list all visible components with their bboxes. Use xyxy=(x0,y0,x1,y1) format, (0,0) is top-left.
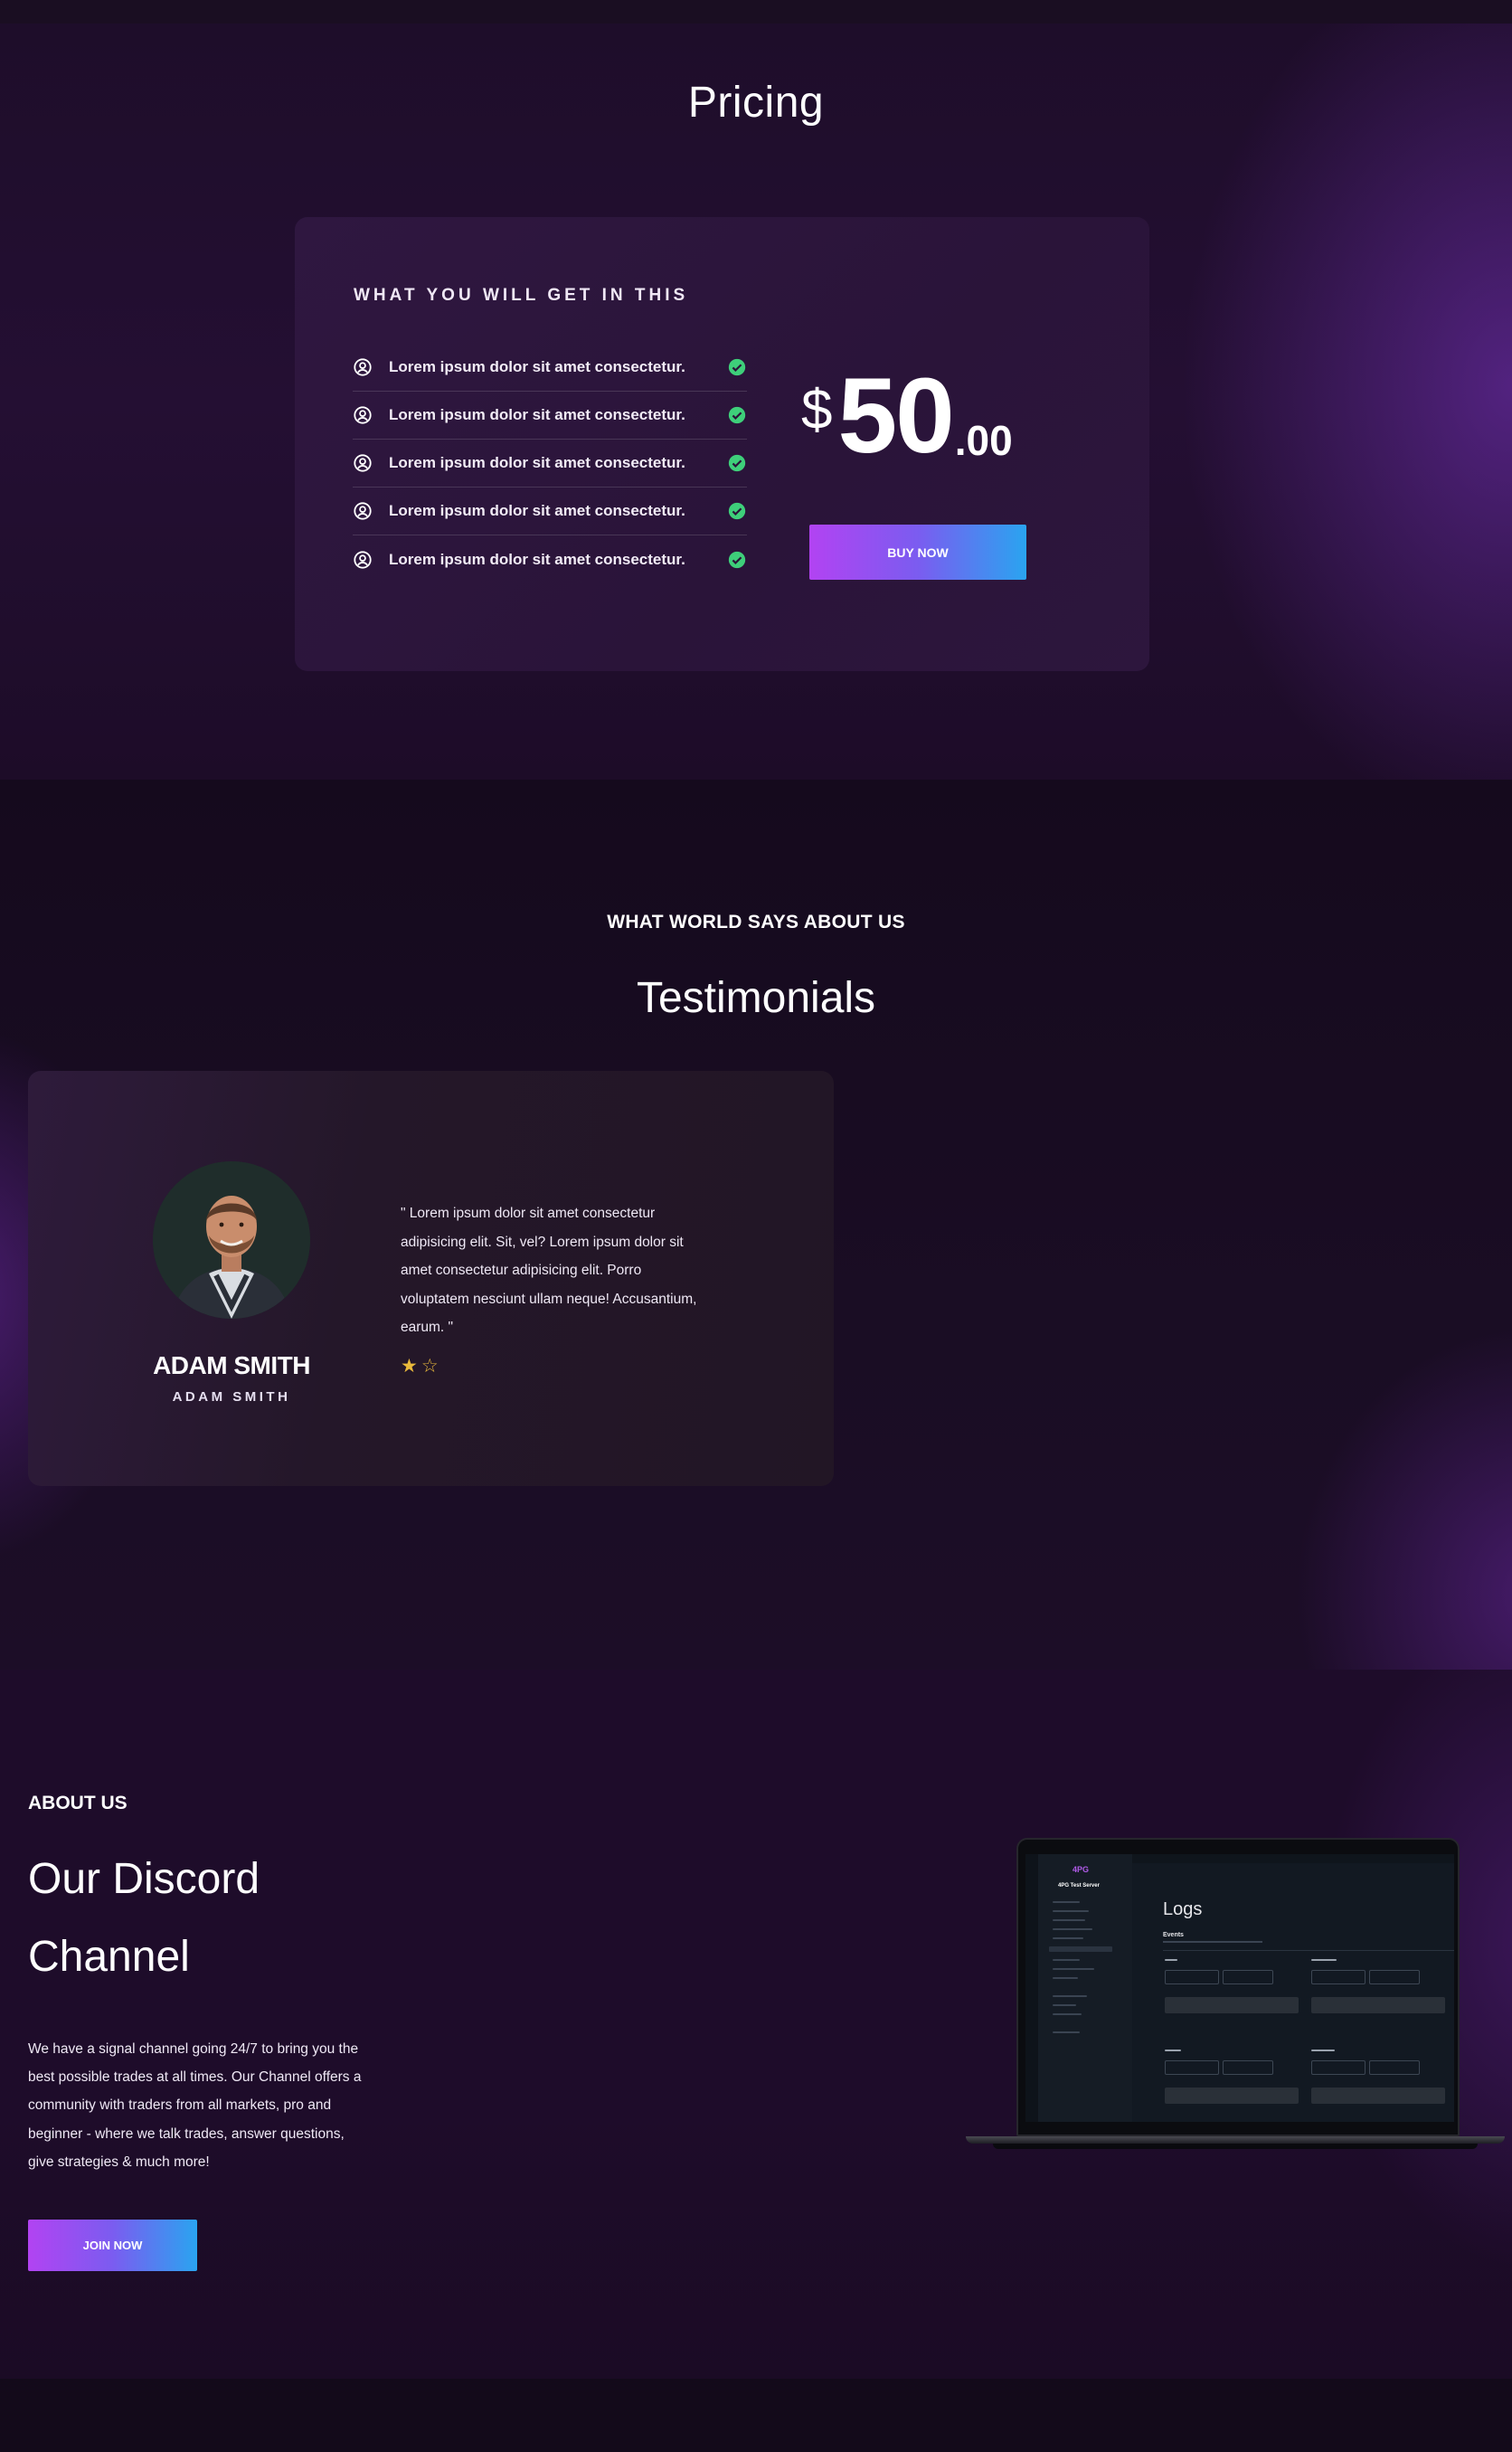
user-circle-icon xyxy=(354,454,372,472)
sidebar-line xyxy=(1053,2004,1076,2006)
laptop-foot xyxy=(993,2144,1478,2149)
sidebar-line xyxy=(1053,2013,1082,2015)
check-circle-icon xyxy=(728,454,746,472)
feature-text: Lorem ipsum dolor sit amet consectetur. xyxy=(389,358,685,375)
panel-label xyxy=(1165,1959,1177,1961)
price-amount: 50 xyxy=(837,356,954,476)
about-text: We have a signal channel going 24/7 to b… xyxy=(28,2041,362,2170)
panel-row xyxy=(1165,2088,1299,2104)
panel-label xyxy=(1311,2050,1335,2051)
testimonial-author-name: ADAM SMITH xyxy=(153,1351,310,1379)
check-circle-icon xyxy=(728,502,746,520)
pricing-section: Pricing WHAT YOU WILL GET IN THIS Lorem … xyxy=(0,24,1512,780)
feature-item: Lorem ipsum dolor sit amet consectetur. xyxy=(353,488,747,535)
buy-now-button[interactable]: BUY NOW xyxy=(809,525,1026,580)
about-eyebrow: ABOUT US xyxy=(28,1793,128,1813)
testimonials-title: Testimonials xyxy=(636,974,876,1022)
sidebar-line xyxy=(1053,1968,1094,1970)
screenshot-divider xyxy=(1163,1950,1454,1951)
price-currency: $ xyxy=(801,379,833,441)
check-circle-icon xyxy=(728,406,746,424)
discord-screenshot: 4PG 4PG Test Server Logs Events xyxy=(1025,1854,1454,2122)
pricing-title: Pricing xyxy=(687,79,825,127)
about-title-line2: Channel xyxy=(28,1933,190,1981)
panel-field xyxy=(1223,1970,1273,1984)
sidebar-line xyxy=(1053,1919,1085,1921)
rating-stars: ★ ☆ xyxy=(401,1357,439,1377)
panel-row xyxy=(1311,2088,1445,2104)
testimonial-quote: " Lorem ipsum dolor sit amet consectetur… xyxy=(401,1206,697,1335)
feature-text: Lorem ipsum dolor sit amet consectetur. xyxy=(389,502,685,519)
panel-field xyxy=(1369,2060,1420,2075)
panel-row xyxy=(1165,1997,1299,2013)
sidebar-line xyxy=(1053,1910,1089,1912)
user-circle-icon xyxy=(354,502,372,520)
event-panel xyxy=(1163,2048,1308,2122)
panel-label xyxy=(1311,1959,1337,1961)
sidebar-line xyxy=(1053,1977,1078,1979)
bottom-strip xyxy=(0,2379,1512,2452)
feature-text: Lorem ipsum dolor sit amet consectetur. xyxy=(389,454,685,471)
sidebar-line xyxy=(1053,1959,1080,1961)
check-circle-icon xyxy=(728,358,746,376)
sidebar-line xyxy=(1053,1901,1080,1903)
about-title-line1: Our Discord xyxy=(28,1855,260,1903)
avatar-photo xyxy=(153,1161,310,1319)
sidebar-line xyxy=(1053,1937,1083,1939)
server-rail xyxy=(1025,1854,1038,2122)
testimonials-section: WHAT WORLD SAYS ABOUT US Testimonials AD… xyxy=(0,780,1512,1670)
panel-field xyxy=(1223,2060,1273,2075)
screenshot-brand: 4PG xyxy=(1073,1865,1090,1874)
screenshot-server-name: 4PG Test Server xyxy=(1058,1883,1100,1889)
star-filled-icon: ★ xyxy=(401,1356,418,1377)
sidebar-line-active xyxy=(1049,1946,1112,1952)
feature-list: Lorem ipsum dolor sit amet consectetur. … xyxy=(353,344,747,583)
testimonial-author-role: ADAM SMITH xyxy=(172,1389,291,1405)
testimonials-eyebrow: WHAT WORLD SAYS ABOUT US xyxy=(607,912,905,933)
screenshot-section: Events xyxy=(1163,1932,1184,1938)
user-circle-icon xyxy=(354,406,372,424)
feature-item: Lorem ipsum dolor sit amet consectetur. xyxy=(353,440,747,488)
sidebar-line xyxy=(1053,1995,1087,1997)
laptop-lid: 4PG 4PG Test Server Logs Events xyxy=(1016,1838,1460,2136)
sidebar-line xyxy=(1053,2031,1080,2033)
event-panel xyxy=(1309,2048,1454,2122)
panel-field xyxy=(1311,1970,1366,1984)
star-outline-icon: ☆ xyxy=(421,1356,439,1377)
price-cents: .00 xyxy=(954,417,1013,464)
feature-text: Lorem ipsum dolor sit amet consectetur. xyxy=(389,406,685,423)
panel-field xyxy=(1369,1970,1420,1984)
feature-item: Lorem ipsum dolor sit amet consectetur. xyxy=(353,392,747,440)
check-circle-icon xyxy=(728,551,746,568)
screenshot-subtitle-line xyxy=(1163,1941,1262,1943)
panel-row xyxy=(1311,1997,1445,2013)
event-panel xyxy=(1163,1957,1308,2044)
price: $ 50 .00 xyxy=(801,362,1013,470)
testimonial-card: ADAM SMITH ADAM SMITH " Lorem ipsum dolo… xyxy=(28,1071,834,1486)
top-strip xyxy=(0,0,1512,24)
laptop-mockup-image: 4PG 4PG Test Server Logs Events xyxy=(966,1838,1505,2153)
pricing-card-heading: WHAT YOU WILL GET IN THIS xyxy=(354,286,689,305)
feature-item: Lorem ipsum dolor sit amet consectetur. xyxy=(353,535,747,583)
panel-field xyxy=(1165,2060,1219,2075)
panel-label xyxy=(1165,2050,1181,2051)
screenshot-topbar xyxy=(1132,1854,1454,1863)
panel-field xyxy=(1165,1970,1219,1984)
laptop-base xyxy=(966,2136,1505,2144)
event-panel xyxy=(1309,1957,1454,2044)
feature-item: Lorem ipsum dolor sit amet consectetur. xyxy=(353,344,747,392)
user-circle-icon xyxy=(354,550,372,569)
sidebar-line xyxy=(1053,1928,1092,1930)
user-circle-icon xyxy=(354,358,372,376)
pricing-card: WHAT YOU WILL GET IN THIS Lorem ipsum do… xyxy=(295,217,1149,671)
screenshot-page-title: Logs xyxy=(1163,1899,1203,1919)
join-now-button[interactable]: JOIN NOW xyxy=(28,2220,197,2271)
panel-field xyxy=(1311,2060,1366,2075)
feature-text: Lorem ipsum dolor sit amet consectetur. xyxy=(389,550,685,568)
channel-sidebar xyxy=(1038,1854,1132,2122)
avatar xyxy=(153,1161,310,1319)
